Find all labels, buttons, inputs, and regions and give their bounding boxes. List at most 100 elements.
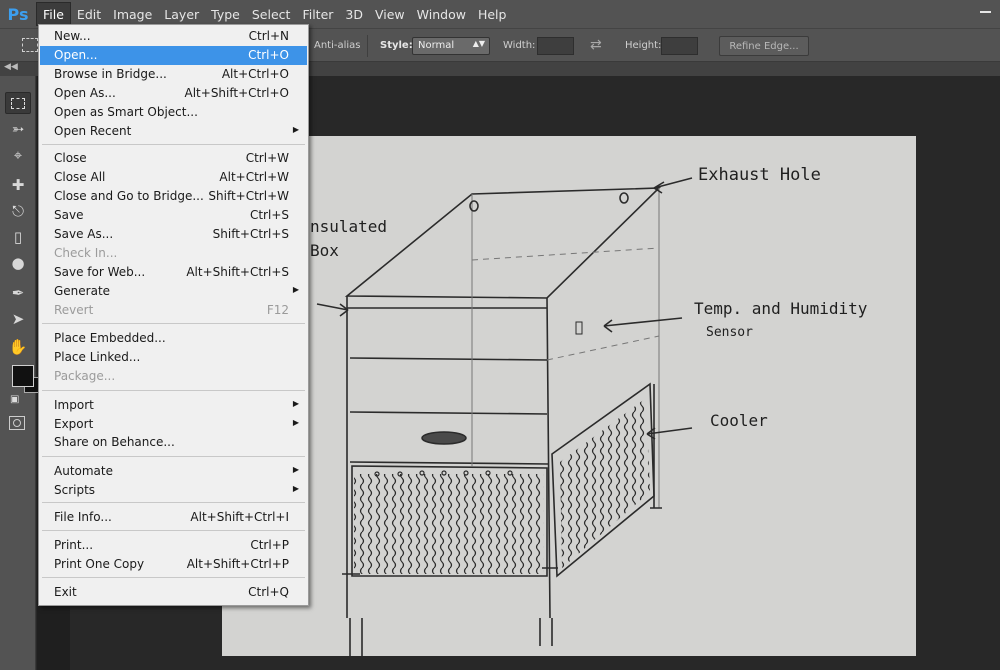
document-canvas[interactable]: Exhaust Hole nsulated Box Temp. and Humi…: [222, 136, 916, 656]
menu-item-label: Open As...: [54, 86, 116, 100]
window-minimize-button[interactable]: [970, 0, 1000, 24]
menu-help[interactable]: Help: [472, 2, 513, 26]
file-menu-item-save-as[interactable]: Save As... Shift+Ctrl+S: [40, 225, 307, 244]
swap-arrows-icon[interactable]: ⇄: [590, 37, 602, 53]
menu-file[interactable]: File: [36, 2, 71, 26]
minimize-icon: [979, 11, 991, 13]
menu-layer[interactable]: Layer: [158, 2, 205, 26]
menu-type[interactable]: Type: [205, 2, 246, 26]
menu-item-shortcut: Ctrl+O: [248, 48, 289, 62]
marquee-icon[interactable]: [5, 92, 31, 114]
file-menu-item-file-info[interactable]: File Info... Alt+Shift+Ctrl+I: [40, 508, 307, 527]
menu-image[interactable]: Image: [107, 2, 158, 26]
blur-drop-icon[interactable]: ●: [5, 252, 31, 274]
menu-item-shortcut: Ctrl+P: [250, 538, 289, 552]
path-select-icon[interactable]: ➤: [5, 308, 31, 330]
menu-item-label: Scripts: [54, 483, 96, 497]
menu-window[interactable]: Window: [411, 2, 472, 26]
file-menu-item-revert: Revert F12: [40, 301, 307, 320]
menu-separator: [42, 390, 305, 391]
menu-item-shortcut: Shift+Ctrl+S: [212, 227, 289, 241]
default-colors-icon[interactable]: ▣: [10, 394, 19, 405]
file-menu-item-browse-in-bridge[interactable]: Browse in Bridge... Alt+Ctrl+O: [40, 65, 307, 84]
menu-separator: [42, 144, 305, 145]
pen-icon[interactable]: ✒: [5, 282, 31, 304]
menu-item-shortcut: Alt+Ctrl+W: [219, 170, 289, 184]
label-box: Box: [310, 241, 339, 260]
file-menu-item-close[interactable]: Close Ctrl+W: [40, 149, 307, 168]
file-menu-item-print-one-copy[interactable]: Print One Copy Alt+Shift+Ctrl+P: [40, 555, 307, 574]
photoshop-logo-icon: Ps: [7, 4, 29, 24]
file-menu-item-open-as[interactable]: Open As... Alt+Shift+Ctrl+O: [40, 84, 307, 103]
file-menu-item-scripts[interactable]: Scripts ▶: [40, 481, 307, 500]
menu-item-shortcut: F12: [266, 303, 289, 317]
tools-panel: ➳ ⌖ ✚ ⎋ ▯ ● ✒ ➤ ✋ ▣: [0, 76, 40, 670]
height-input[interactable]: [661, 37, 698, 55]
menu-filter[interactable]: Filter: [296, 2, 339, 26]
clone-stamp-icon[interactable]: ⎋: [5, 200, 31, 222]
submenu-arrow-icon: ▶: [292, 399, 299, 408]
file-menu-item-close-all[interactable]: Close All Alt+Ctrl+W: [40, 168, 307, 187]
label-insulated: nsulated: [310, 217, 387, 236]
menu-separator: [42, 577, 305, 578]
file-menu-item-exit[interactable]: Exit Ctrl+Q: [40, 583, 307, 602]
submenu-arrow-icon: ▶: [292, 285, 299, 294]
foreground-color-swatch[interactable]: [12, 365, 34, 387]
menu-edit[interactable]: Edit: [71, 2, 107, 26]
file-menu-item-import[interactable]: Import ▶: [40, 396, 307, 415]
menu-separator: [42, 456, 305, 457]
menu-item-label: Open...: [54, 48, 98, 62]
file-menu-item-automate[interactable]: Automate ▶: [40, 462, 307, 481]
marquee-options-icon[interactable]: [22, 38, 38, 52]
style-select[interactable]: Normal ▲▼: [412, 37, 490, 55]
menu-item-label: Generate: [54, 284, 111, 298]
menu-item-shortcut: Alt+Shift+Ctrl+P: [186, 557, 289, 571]
file-menu-dropdown: New... Ctrl+N Open... Ctrl+O Browse in Bridg…: [38, 24, 309, 606]
file-menu-item-open[interactable]: Open... Ctrl+O: [40, 46, 307, 65]
file-menu-item-save-for-web[interactable]: Save for Web... Alt+Shift+Ctrl+S: [40, 263, 307, 282]
file-menu-item-open-as-smart-object[interactable]: Open as Smart Object...: [40, 103, 307, 122]
file-menu-item-share-on-behance[interactable]: Share on Behance...: [40, 433, 307, 452]
crop-icon[interactable]: ⌖: [5, 144, 31, 166]
sketch-drawing: Exhaust Hole nsulated Box Temp. and Humi…: [310, 165, 868, 656]
menu-item-label: Save for Web...: [54, 265, 146, 279]
width-input[interactable]: [537, 37, 574, 55]
menu-3d[interactable]: 3D: [339, 2, 369, 26]
menu-item-shortcut: Alt+Shift+Ctrl+O: [184, 86, 289, 100]
healing-brush-icon[interactable]: ✚: [5, 174, 31, 196]
file-menu-item-open-recent[interactable]: Open Recent ▶: [40, 122, 307, 141]
menu-item-label: Save As...: [54, 227, 114, 241]
submenu-arrow-icon: ▶: [292, 125, 299, 134]
menu-separator: [42, 323, 305, 324]
file-menu-item-new[interactable]: New... Ctrl+N: [40, 27, 307, 46]
menu-select[interactable]: Select: [246, 2, 297, 26]
updown-arrows-icon: ▲▼: [472, 39, 485, 48]
hand-icon[interactable]: ✋: [5, 336, 31, 358]
refine-edge-button[interactable]: Refine Edge...: [719, 36, 809, 56]
menu-item-shortcut: Ctrl+W: [245, 151, 289, 165]
menu-item-label: Open as Smart Object...: [54, 105, 198, 119]
file-menu-item-place-embedded[interactable]: Place Embedded...: [40, 329, 307, 348]
file-menu-item-export[interactable]: Export ▶: [40, 415, 307, 434]
file-menu-item-generate[interactable]: Generate ▶: [40, 282, 307, 301]
file-menu-item-print[interactable]: Print... Ctrl+P: [40, 536, 307, 555]
quick-mask-icon[interactable]: [9, 416, 25, 430]
label-exhaust-hole: Exhaust Hole: [698, 165, 821, 185]
menu-item-label: Place Embedded...: [54, 331, 166, 345]
menu-separator: [42, 502, 305, 503]
lasso-icon[interactable]: ➳: [5, 118, 31, 140]
menu-item-label: Close All: [54, 170, 106, 184]
menu-item-label: Automate: [54, 464, 113, 478]
collapse-arrows-icon[interactable]: ◀◀: [4, 62, 18, 72]
menu-view[interactable]: View: [369, 2, 411, 26]
menu-separator: [42, 530, 305, 531]
file-menu-item-close-and-go-to-bridge[interactable]: Close and Go to Bridge... Shift+Ctrl+W: [40, 187, 307, 206]
eraser-icon[interactable]: ▯: [5, 226, 31, 248]
file-menu-item-save[interactable]: Save Ctrl+S: [40, 206, 307, 225]
menu-item-label: File Info...: [54, 510, 112, 524]
menu-item-shortcut: Alt+Shift+Ctrl+I: [190, 510, 289, 524]
menu-item-label: Exit: [54, 585, 77, 599]
file-menu-item-place-linked[interactable]: Place Linked...: [40, 348, 307, 367]
front-cooler-pad: [354, 474, 544, 574]
side-cooler-pad: [560, 398, 650, 568]
